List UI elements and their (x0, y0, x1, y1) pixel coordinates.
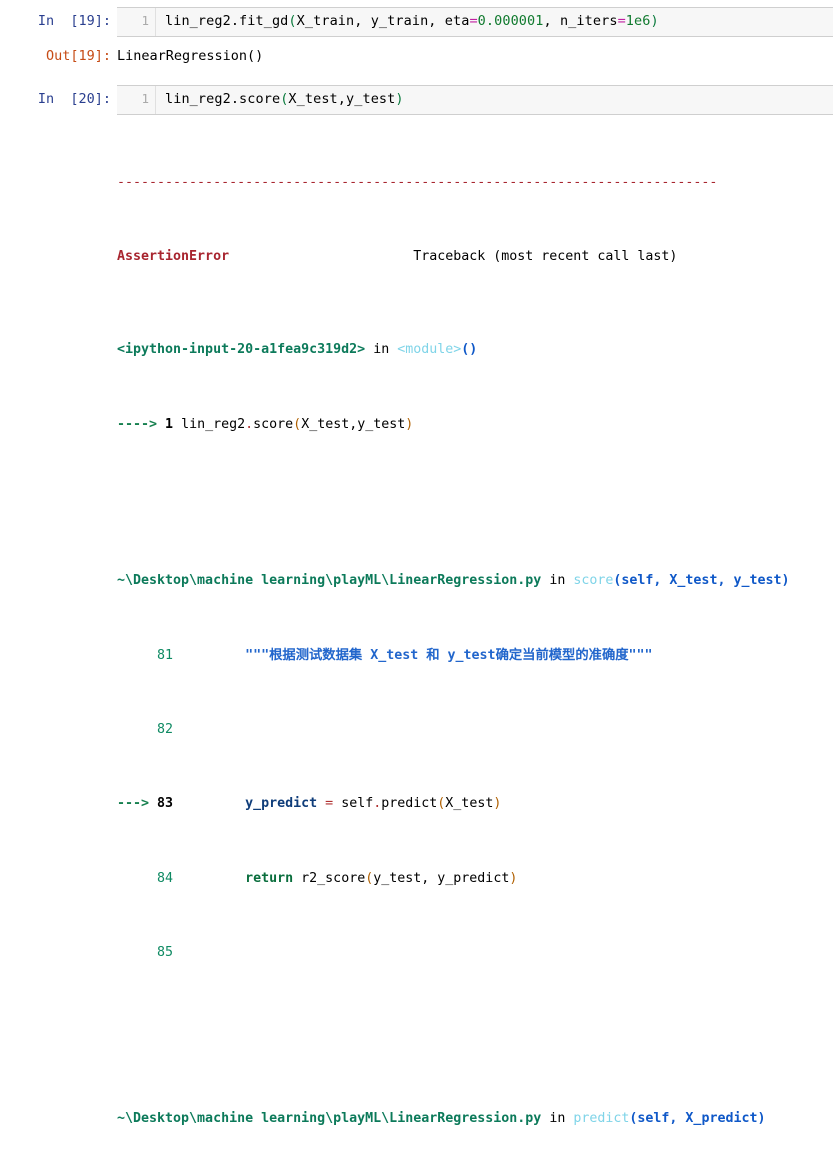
notebook-cell-in-19[interactable]: In [19]: 1 lin_reg2.fit_gd(X_train, y_tr… (0, 7, 833, 37)
code-text-20[interactable]: lin_reg2.score(X_test,y_test) (156, 86, 408, 114)
code-input-area-19[interactable]: 1 lin_reg2.fit_gd(X_train, y_train, eta=… (117, 7, 833, 37)
traceback-rule-text: ----------------------------------------… (117, 174, 718, 190)
frame-signature-0: () (461, 342, 478, 358)
output-prompt-19: Out[19]: (45, 48, 111, 64)
line-number-gutter: 1 (117, 86, 156, 114)
traceback-code-line-1-3: 84 return r2_score(y_test, y_predict) (157, 870, 518, 886)
frame-line-number: 1 (165, 416, 174, 432)
traceback-code-line-1-1: 82 (117, 721, 833, 740)
notebook-cell-in-20[interactable]: In [20]: 1 lin_reg2.score(X_test,y_test) (0, 85, 833, 115)
frame-in-keyword-1: in (549, 573, 566, 589)
frame-function-1: score (573, 573, 614, 589)
frame-gap (117, 490, 833, 498)
code-input-area-20[interactable]: 1 lin_reg2.score(X_test,y_test) (117, 85, 833, 115)
frame-line-number: 83 (157, 796, 174, 812)
frame-location-1: ~\Desktop\machine learning\playML\Linear… (117, 573, 542, 589)
jupyter-notebook: In [19]: 1 lin_reg2.fit_gd(X_train, y_tr… (0, 7, 833, 1154)
traceback-rule: ----------------------------------------… (117, 174, 833, 193)
frame-signature-1: (self, X_test, y_test) (613, 573, 790, 589)
input-prompt-20: In [20]: (37, 91, 111, 107)
traceback-error-name: AssertionError (117, 249, 230, 265)
traceback-frame-header-2: ~\Desktop\machine learning\playML\Linear… (117, 1110, 833, 1129)
frame-in-keyword-0: in (373, 342, 390, 358)
traceback-label: Traceback (most recent call last) (413, 249, 678, 265)
frame-line-marker: ---> (117, 796, 158, 812)
line-number-gutter: 1 (117, 8, 156, 36)
traceback-code-line-1-4: 85 (117, 944, 833, 963)
error-traceback-output: ----------------------------------------… (117, 115, 833, 1154)
frame-location-2: ~\Desktop\machine learning\playML\Linear… (117, 1110, 542, 1126)
frame-line-number: 81 (157, 647, 174, 663)
frame-line-marker: ----> (117, 416, 166, 432)
frame-function-0: <module> (397, 342, 462, 358)
traceback-header: AssertionError Traceback (most recent ca… (117, 248, 833, 267)
frame-function-2: predict (573, 1110, 630, 1126)
output-text-19: LinearRegression() (117, 48, 264, 64)
frame-gap (117, 1019, 833, 1036)
frame-location-0: <ipython-input-20-a1fea9c319d2> (117, 342, 366, 358)
traceback-frame-header-1: ~\Desktop\machine learning\playML\Linear… (117, 572, 833, 591)
traceback-code-line-1-2: ---> 83 y_predict = self.predict(X_test) (117, 796, 502, 812)
traceback-frame-header-0: <ipython-input-20-a1fea9c319d2> in <modu… (117, 341, 833, 360)
frame-line-number: 82 (157, 722, 174, 737)
frame-in-keyword-2: in (549, 1110, 566, 1126)
input-prompt-19: In [19]: (37, 13, 111, 29)
cell-spacer (0, 64, 833, 78)
traceback-code-line-0-0: ----> 1 lin_reg2.score(X_test,y_test) (117, 416, 414, 432)
frame-line-number: 84 (157, 870, 174, 886)
code-text-19[interactable]: lin_reg2.fit_gd(X_train, y_train, eta=0.… (156, 8, 663, 36)
notebook-cell-out-19: Out[19]: LinearRegression() (0, 42, 833, 64)
frame-line-number: 85 (157, 945, 174, 961)
traceback-code-line-1-0: 81 """根据测试数据集 X_test 和 y_test确定当前模型的准确度"… (157, 647, 653, 663)
frame-signature-2: (self, X_predict) (629, 1110, 766, 1126)
